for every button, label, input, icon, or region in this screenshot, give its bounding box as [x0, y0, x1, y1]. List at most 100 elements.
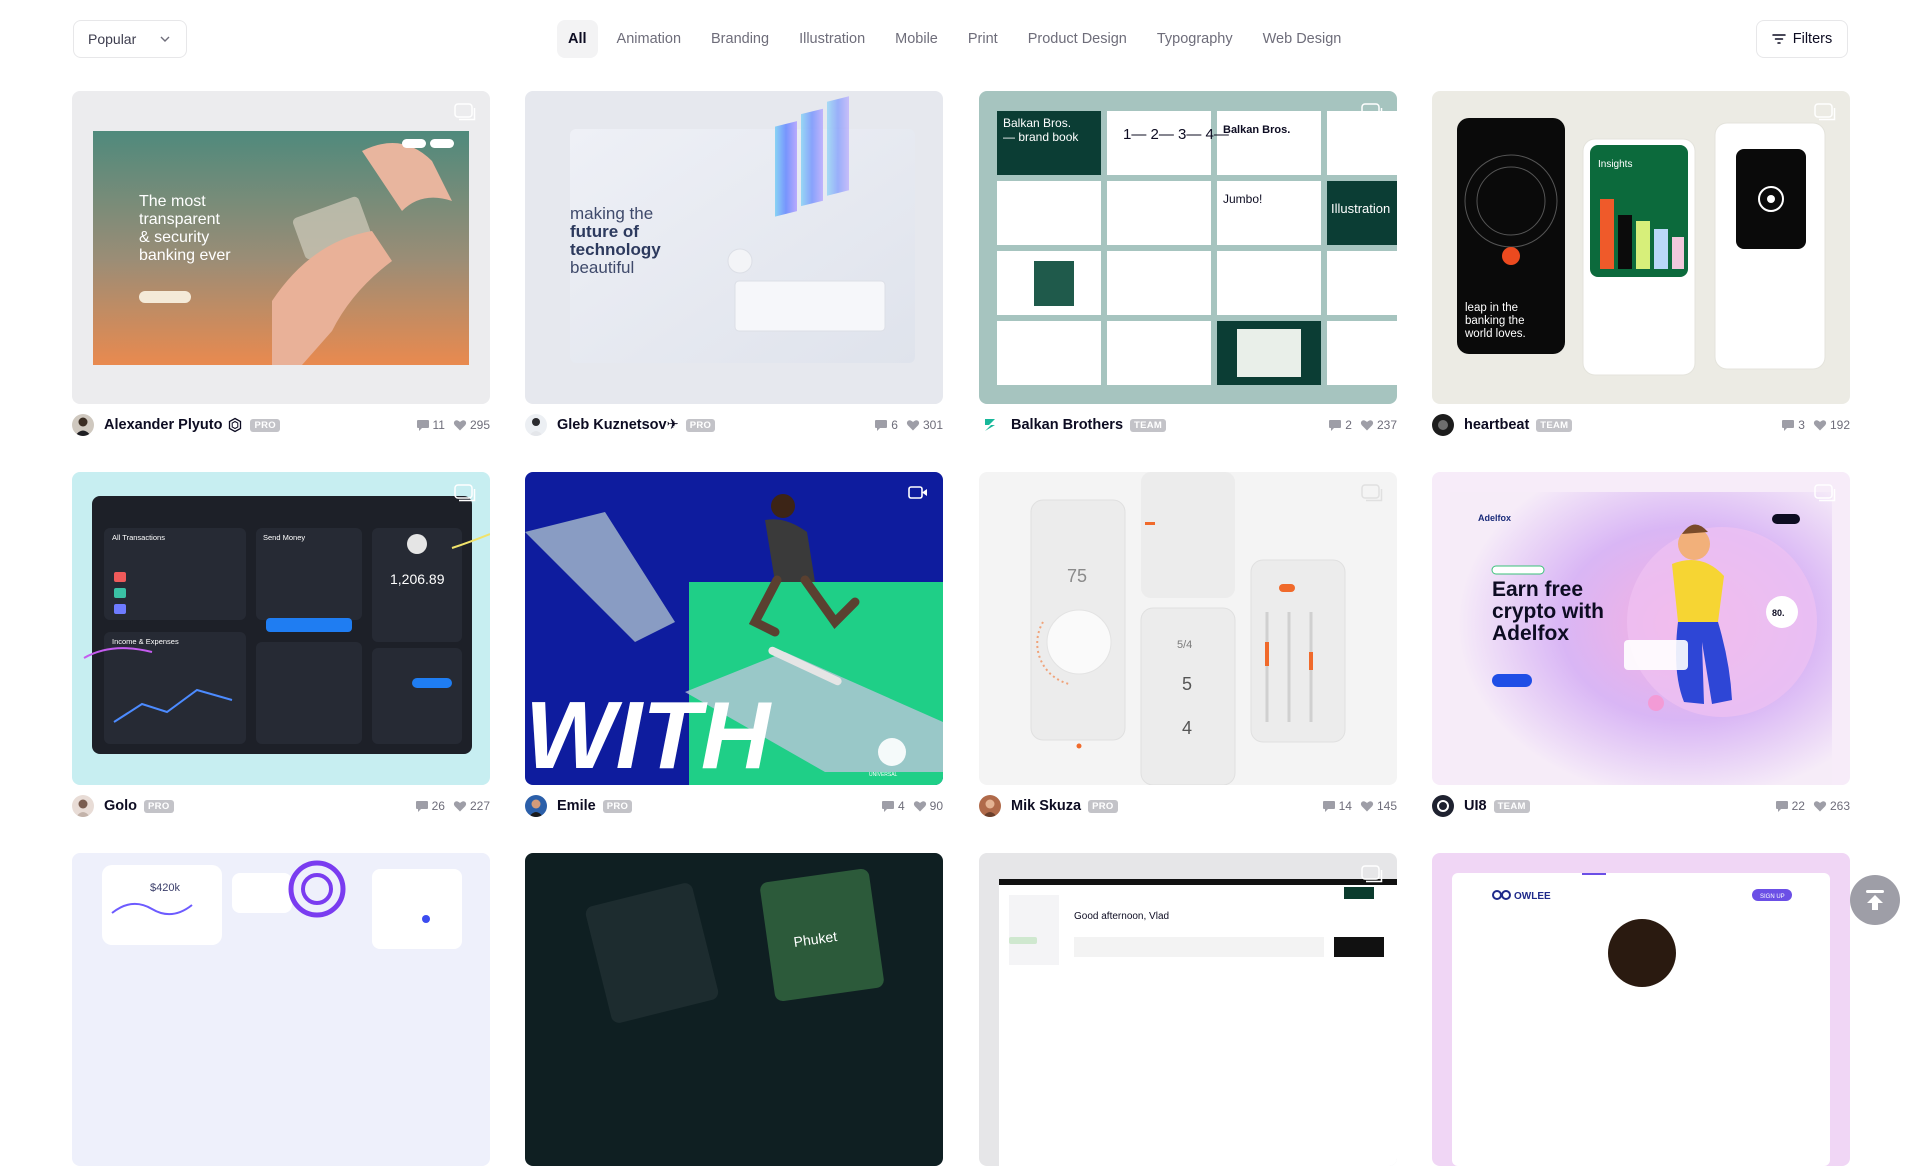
- avatar[interactable]: [72, 414, 94, 436]
- author-name[interactable]: Mik Skuza: [1011, 798, 1081, 814]
- tab-animation[interactable]: Animation: [606, 20, 692, 58]
- like-count: 263: [1829, 799, 1850, 813]
- heart-icon[interactable]: [1360, 418, 1374, 432]
- pro-badge: PRO: [685, 418, 716, 432]
- avatar[interactable]: [979, 414, 1001, 436]
- art-line: $420k: [150, 882, 180, 894]
- tab-web-design[interactable]: Web Design: [1252, 20, 1353, 58]
- shot-thumbnail[interactable]: leap in the banking the world loves. Ins…: [1432, 91, 1850, 404]
- comment-count: 26: [431, 799, 445, 813]
- shot-image: Phuket: [525, 853, 943, 1166]
- heart-icon[interactable]: [1360, 799, 1374, 813]
- shot-thumbnail[interactable]: WITH UNIVERSAL: [525, 472, 943, 785]
- tab-product-design[interactable]: Product Design: [1017, 20, 1138, 58]
- shot-thumbnail[interactable]: Phuket: [525, 853, 943, 1166]
- multi-shot-icon: [1361, 103, 1383, 121]
- filter-bar: Popular All Animation Branding Illustrat…: [0, 0, 1920, 80]
- shot-stats: 2 237: [1328, 418, 1397, 432]
- shot-thumbnail[interactable]: OWLEE SIGN UP: [1432, 853, 1850, 1166]
- heart-icon[interactable]: [453, 799, 467, 813]
- art-line: Balkan Bros.: [1003, 116, 1071, 130]
- heart-icon[interactable]: [1813, 418, 1827, 432]
- sort-dropdown[interactable]: Popular: [73, 20, 187, 58]
- comment-icon: [1322, 801, 1335, 812]
- heart-icon[interactable]: [1813, 799, 1827, 813]
- like-count: 227: [469, 799, 490, 813]
- team-badge: TEAM: [1130, 418, 1167, 432]
- shot-image: $420k: [72, 853, 490, 1166]
- art-line: banking ever: [139, 247, 231, 264]
- comment-icon: [415, 801, 428, 812]
- shot-card: Balkan Bros. — brand book 1— 2— 3— 4— Ba…: [979, 91, 1397, 436]
- avatar[interactable]: [525, 414, 547, 436]
- avatar[interactable]: [1432, 795, 1454, 817]
- art-line: beautiful: [570, 258, 634, 277]
- tab-all[interactable]: All: [557, 20, 598, 58]
- shot-thumbnail[interactable]: Good afternoon, Vlad: [979, 853, 1397, 1166]
- shot-card: making the future of technology beautifu…: [525, 91, 943, 436]
- art-line: making the: [570, 204, 653, 223]
- scroll-to-top-button[interactable]: [1850, 875, 1900, 925]
- avatar[interactable]: [525, 795, 547, 817]
- shot-card: Phuket: [525, 853, 943, 1166]
- art-line: Income & Expenses: [112, 637, 179, 646]
- shot-image: Good afternoon, Vlad: [979, 853, 1397, 1166]
- multi-shot-icon: [1361, 865, 1383, 883]
- author-name[interactable]: Emile: [557, 798, 596, 814]
- art-line: Earn free: [1492, 578, 1583, 601]
- shot-stats: 4 90: [881, 799, 943, 813]
- author-name[interactable]: heartbeat: [1464, 417, 1529, 433]
- tab-mobile[interactable]: Mobile: [884, 20, 949, 58]
- art-line: Good afternoon, Vlad: [1074, 911, 1169, 922]
- shot-card: $420k: [72, 853, 490, 1166]
- heart-icon[interactable]: [906, 418, 920, 432]
- comment-count: 6: [891, 418, 898, 432]
- art-line: Jumbo!: [1223, 192, 1262, 206]
- shot-meta: Golo PRO 26 227: [72, 794, 490, 818]
- avatar[interactable]: [1432, 414, 1454, 436]
- art-line: Adelfox: [1478, 513, 1511, 523]
- author-name[interactable]: Alexander Plyuto: [104, 417, 222, 433]
- shot-thumbnail[interactable]: making the future of technology beautifu…: [525, 91, 943, 404]
- art-line: UNIVERSAL: [869, 772, 898, 778]
- shot-thumbnail[interactable]: 75 5/4 5 4: [979, 472, 1397, 785]
- shot-stats: 14 145: [1322, 799, 1397, 813]
- art-line: technology: [570, 240, 661, 259]
- art-line: banking the: [1465, 315, 1524, 327]
- svg-text:Balkan Bros.: Balkan Bros.: [1223, 124, 1290, 136]
- multi-shot-icon: [454, 484, 476, 502]
- shot-thumbnail[interactable]: All Transactions Send Money 1,206.89 Inc…: [72, 472, 490, 785]
- avatar[interactable]: [72, 795, 94, 817]
- author-name[interactable]: UI8: [1464, 798, 1487, 814]
- shot-meta: Balkan Brothers TEAM 2 237: [979, 413, 1397, 437]
- art-line: crypto with: [1492, 600, 1604, 623]
- shot-thumbnail[interactable]: The most transparent & security banking …: [72, 91, 490, 404]
- heart-icon[interactable]: [913, 799, 927, 813]
- tab-illustration[interactable]: Illustration: [788, 20, 876, 58]
- author-name[interactable]: Golo: [104, 798, 137, 814]
- author-name[interactable]: Balkan Brothers: [1011, 417, 1123, 433]
- art-line: OWLEE: [1514, 891, 1551, 902]
- avatar[interactable]: [979, 795, 1001, 817]
- shot-thumbnail[interactable]: Adelfox Earn free crypto with Adelfox 80…: [1432, 472, 1850, 785]
- shot-image: Balkan Bros. — brand book 1— 2— 3— 4— Ba…: [979, 91, 1397, 404]
- heart-icon[interactable]: [453, 418, 467, 432]
- multi-shot-icon: [1814, 103, 1836, 121]
- shot-thumbnail[interactable]: $420k: [72, 853, 490, 1166]
- tab-print[interactable]: Print: [957, 20, 1009, 58]
- tab-typography[interactable]: Typography: [1146, 20, 1244, 58]
- shot-meta: Emile PRO 4 90: [525, 794, 943, 818]
- shot-thumbnail[interactable]: Balkan Bros. — brand book 1— 2— 3— 4— Ba…: [979, 91, 1397, 404]
- chevron-down-icon: [160, 36, 170, 42]
- tab-branding[interactable]: Branding: [700, 20, 780, 58]
- shot-image: All Transactions Send Money 1,206.89 Inc…: [72, 472, 490, 785]
- author-name[interactable]: Gleb Kuznetsov✈: [557, 417, 679, 433]
- shot-card: leap in the banking the world loves. Ins…: [1432, 91, 1850, 436]
- art-line: 5: [1182, 674, 1192, 694]
- shot-card: All Transactions Send Money 1,206.89 Inc…: [72, 472, 490, 817]
- pro-badge: PRO: [144, 799, 174, 813]
- like-count: 192: [1829, 418, 1850, 432]
- like-count: 301: [922, 418, 943, 432]
- filters-button[interactable]: Filters: [1756, 20, 1848, 58]
- shot-image: leap in the banking the world loves. Ins…: [1432, 91, 1850, 404]
